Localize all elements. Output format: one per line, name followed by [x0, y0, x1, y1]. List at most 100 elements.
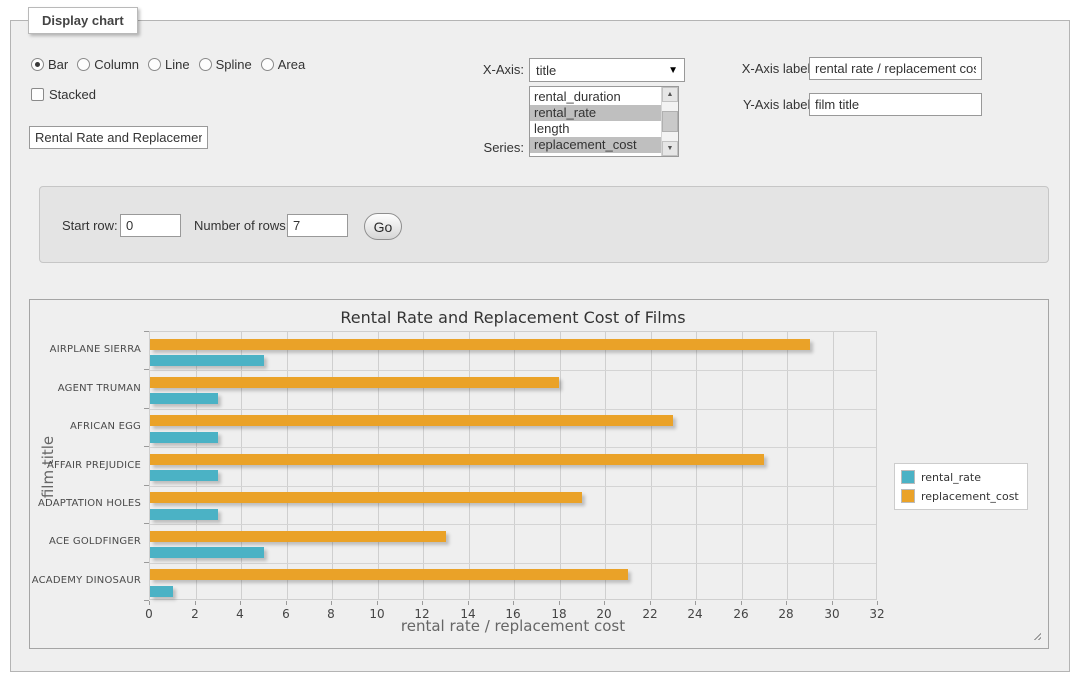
- x-tickmark: [513, 601, 514, 605]
- y-category-label: AGENT TRUMAN: [30, 383, 141, 394]
- legend-swatch: [901, 489, 915, 503]
- gridline: [742, 332, 743, 599]
- panel-title: Display chart: [28, 7, 138, 34]
- chart-type-radios: Bar Column Line Spline Area: [31, 57, 305, 72]
- y-tickmark: [144, 369, 149, 370]
- x-tick-label: 24: [680, 607, 710, 621]
- gridline: [696, 332, 697, 599]
- scroll-down-icon[interactable]: ▼: [662, 141, 678, 156]
- chart-container: Rental Rate and Replacement Cost of Film…: [29, 299, 1049, 649]
- stacked-checkbox[interactable]: Stacked: [31, 87, 96, 102]
- series-option-replacement_cost[interactable]: replacement_cost: [530, 137, 661, 153]
- x-axis-label-label: X-Axis label:: [701, 57, 814, 80]
- x-axis-selected-value: title: [536, 63, 668, 78]
- checkbox-icon[interactable]: [31, 88, 44, 101]
- bar-rental_rate: [150, 547, 264, 558]
- series-option-rental_rate[interactable]: rental_rate: [530, 105, 661, 121]
- y-tickmark: [144, 408, 149, 409]
- row-range-panel: Start row: Number of rows: Go: [39, 186, 1049, 263]
- legend-entry-replacement_cost: replacement_cost: [901, 489, 1019, 503]
- y-tickmark: [144, 485, 149, 486]
- gridline: [833, 332, 834, 599]
- x-tickmark: [650, 601, 651, 605]
- radio-icon[interactable]: [148, 58, 161, 71]
- gridline: [378, 332, 379, 599]
- x-tick-label: 0: [134, 607, 164, 621]
- gridline: [150, 524, 876, 525]
- radio-icon[interactable]: [77, 58, 90, 71]
- bar-replacement_cost: [150, 492, 582, 503]
- bar-replacement_cost: [150, 377, 559, 388]
- x-axis-select[interactable]: title ▼: [529, 58, 685, 82]
- x-tickmark: [695, 601, 696, 605]
- chevron-down-icon: ▼: [668, 65, 678, 76]
- y-tickmark: [144, 562, 149, 563]
- bar-rental_rate: [150, 586, 173, 597]
- x-tickmark: [195, 601, 196, 605]
- number-of-rows-input[interactable]: [287, 214, 348, 237]
- x-tickmark: [877, 601, 878, 605]
- radio-icon[interactable]: [199, 58, 212, 71]
- x-tick-label: 20: [589, 607, 619, 621]
- x-tickmark: [786, 601, 787, 605]
- start-row-input[interactable]: [120, 214, 181, 237]
- stacked-label: Stacked: [49, 87, 96, 102]
- gridline: [150, 563, 876, 564]
- y-category-label: AFFAIR PREJUDICE: [30, 460, 141, 471]
- x-tick-label: 32: [862, 607, 892, 621]
- gridline: [651, 332, 652, 599]
- x-tick-label: 26: [726, 607, 756, 621]
- x-tick-label: 14: [453, 607, 483, 621]
- x-tick-label: 6: [271, 607, 301, 621]
- radio-area[interactable]: Area: [261, 57, 305, 72]
- x-tickmark: [240, 601, 241, 605]
- series-select-label: Series:: [391, 140, 524, 156]
- scrollbar-thumb[interactable]: [662, 111, 678, 132]
- y-category-label: ACADEMY DINOSAUR: [30, 575, 141, 586]
- legend-swatch: [901, 470, 915, 484]
- y-category-label: AFRICAN EGG: [30, 421, 141, 432]
- y-category-label: ACE GOLDFINGER: [30, 536, 141, 547]
- radio-icon[interactable]: [31, 58, 44, 71]
- scrollbar[interactable]: ▲ ▼: [661, 87, 678, 156]
- series-options: rental_durationrental_ratelengthreplacem…: [530, 87, 661, 156]
- x-tickmark: [331, 601, 332, 605]
- radio-icon[interactable]: [261, 58, 274, 71]
- x-tickmark: [604, 601, 605, 605]
- scroll-up-icon[interactable]: ▲: [662, 87, 678, 102]
- chart-title-input[interactable]: [29, 126, 208, 149]
- gridline: [605, 332, 606, 599]
- radio-label: Line: [165, 57, 190, 72]
- number-of-rows-label: Number of rows:: [194, 214, 289, 238]
- plot-area: [149, 331, 877, 600]
- resize-grip-icon[interactable]: [1031, 630, 1041, 640]
- x-axis-label-input[interactable]: [809, 57, 982, 80]
- gridline: [196, 332, 197, 599]
- series-option-rental_duration[interactable]: rental_duration: [530, 89, 661, 105]
- radio-bar[interactable]: Bar: [31, 57, 68, 72]
- gridline: [560, 332, 561, 599]
- y-category-label: ADAPTATION HOLES: [30, 498, 141, 509]
- series-multiselect[interactable]: rental_durationrental_ratelengthreplacem…: [529, 86, 679, 157]
- series-option-length[interactable]: length: [530, 121, 661, 137]
- radio-column[interactable]: Column: [77, 57, 139, 72]
- radio-spline[interactable]: Spline: [199, 57, 252, 72]
- radio-line[interactable]: Line: [148, 57, 190, 72]
- y-axis-label-input[interactable]: [809, 93, 982, 116]
- x-tickmark: [468, 601, 469, 605]
- x-tickmark: [422, 601, 423, 605]
- legend-entry-rental_rate: rental_rate: [901, 470, 1019, 484]
- gridline: [332, 332, 333, 599]
- go-button[interactable]: Go: [364, 213, 402, 240]
- y-tickmark: [144, 446, 149, 447]
- bar-replacement_cost: [150, 569, 628, 580]
- x-tickmark: [832, 601, 833, 605]
- x-tick-label: 28: [771, 607, 801, 621]
- gridline: [150, 409, 876, 410]
- y-tickmark: [144, 331, 149, 332]
- bar-rental_rate: [150, 432, 218, 443]
- gridline: [150, 447, 876, 448]
- x-tick-label: 12: [407, 607, 437, 621]
- x-axis-select-label: X-Axis:: [391, 58, 524, 82]
- radio-label: Column: [94, 57, 139, 72]
